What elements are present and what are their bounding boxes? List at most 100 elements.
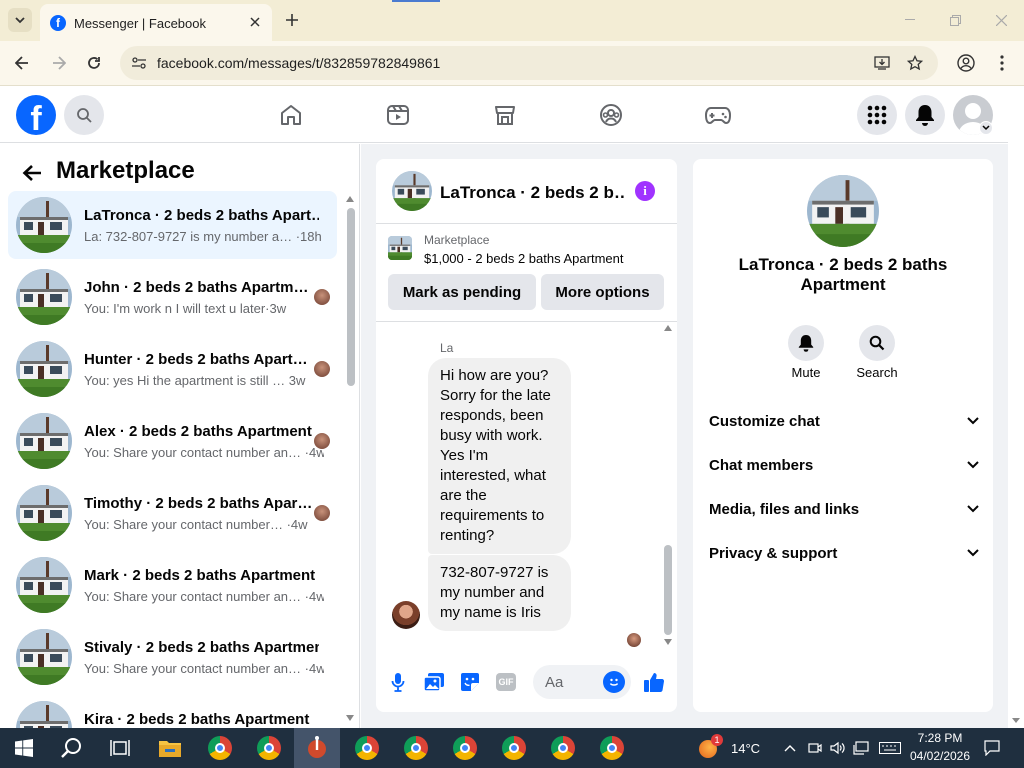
new-tab-plus-icon[interactable] xyxy=(282,10,302,30)
facebook-logo-icon[interactable]: f xyxy=(16,95,56,138)
groups-icon[interactable] xyxy=(596,101,626,129)
install-app-icon[interactable] xyxy=(872,53,892,73)
conversation-preview: You: Share your contact number an… ·4w xyxy=(84,661,324,676)
thumbs-up-icon[interactable] xyxy=(642,670,666,694)
conversation-item[interactable]: Kira · 2 beds 2 baths Apartment xyxy=(8,695,337,728)
tray-overflow-chevron-icon[interactable] xyxy=(782,740,798,756)
customize-chat-row[interactable]: Customize chat xyxy=(709,409,979,433)
message-input[interactable]: Aa xyxy=(533,665,631,699)
clock-date[interactable]: 04/02/2026 xyxy=(904,749,976,763)
windows-start-icon[interactable] xyxy=(8,732,40,764)
conversation-item[interactable]: LaTronca · 2 beds 2 baths Apart… La: 732-… xyxy=(8,191,337,259)
message-bubble[interactable]: 732-807-9727 is my number and my name is… xyxy=(428,555,571,631)
scrollbar-thumb[interactable] xyxy=(664,545,672,635)
conversation-item[interactable]: John · 2 beds 2 baths Apartm… You: I'm wo… xyxy=(8,263,337,331)
site-settings-icon[interactable] xyxy=(130,54,148,72)
chat-members-row[interactable]: Chat members xyxy=(709,453,979,477)
search-label[interactable]: Search xyxy=(847,365,907,380)
more-options-button[interactable]: More options xyxy=(541,274,664,310)
notifications-center-icon[interactable] xyxy=(982,738,1002,758)
chevron-down-icon xyxy=(967,417,979,425)
sticker-icon[interactable] xyxy=(459,671,481,693)
weather-widget[interactable]: 1 14°C xyxy=(695,732,765,764)
listing-price[interactable]: $1,000 - 2 beds 2 baths Apartment xyxy=(424,251,623,266)
restore-icon[interactable] xyxy=(945,10,965,30)
volume-icon[interactable] xyxy=(829,739,847,757)
mute-bell-icon[interactable] xyxy=(788,325,824,361)
window-close-icon[interactable] xyxy=(991,10,1011,30)
chrome-taskbar-icon[interactable] xyxy=(547,732,579,764)
message-bubble[interactable]: Hi how are you? Sorry for the late respo… xyxy=(428,358,571,554)
minimize-icon[interactable] xyxy=(900,10,920,30)
chrome-taskbar-icon[interactable] xyxy=(596,732,628,764)
chevron-down-icon xyxy=(967,505,979,513)
menu-grid-icon[interactable] xyxy=(857,95,897,135)
keyboard-icon[interactable] xyxy=(878,739,902,757)
taskbar-search-icon[interactable] xyxy=(56,732,88,764)
mark-as-pending-button[interactable]: Mark as pending xyxy=(388,274,536,310)
bookmark-star-icon[interactable] xyxy=(905,53,925,73)
chrome-taskbar-icon[interactable] xyxy=(351,732,383,764)
conversation-item[interactable]: Mark · 2 beds 2 baths Apartment You: Shar… xyxy=(8,551,337,619)
media-files-links-row[interactable]: Media, files and links xyxy=(709,497,979,521)
emoji-icon[interactable] xyxy=(603,671,625,693)
photo-icon[interactable] xyxy=(423,671,445,693)
task-view-icon[interactable] xyxy=(104,732,136,764)
listing-thumb[interactable] xyxy=(388,236,412,260)
privacy-support-row[interactable]: Privacy & support xyxy=(709,541,979,565)
microphone-icon[interactable] xyxy=(388,671,408,693)
conversation-item[interactable]: Hunter · 2 beds 2 baths Apart… You: yes H… xyxy=(8,335,337,403)
info-avatar[interactable] xyxy=(807,175,879,247)
browser-address-bar: facebook.com/messages/t/832859782849861 xyxy=(0,41,1024,86)
browser-tab-messenger[interactable]: f Messenger | Facebook xyxy=(40,4,272,41)
conversation-list-scrollbar[interactable] xyxy=(343,194,357,728)
marketplace-icon[interactable] xyxy=(490,101,520,129)
chat-header-avatar[interactable] xyxy=(392,171,432,211)
mute-label[interactable]: Mute xyxy=(776,365,836,380)
meet-now-icon[interactable] xyxy=(806,739,824,757)
listing-photo xyxy=(16,701,72,728)
chrome-taskbar-icon[interactable] xyxy=(253,732,285,764)
chrome-taskbar-icon[interactable] xyxy=(400,732,432,764)
conversation-item[interactable]: Timothy · 2 beds 2 baths Apar… You: Share… xyxy=(8,479,337,547)
reload-icon[interactable] xyxy=(84,53,104,73)
search-conversation-icon[interactable] xyxy=(859,325,895,361)
omnibox[interactable]: facebook.com/messages/t/832859782849861 xyxy=(120,46,938,80)
profile-icon[interactable] xyxy=(955,52,977,74)
panel-title: Marketplace xyxy=(56,157,195,184)
chat-title[interactable]: LaTronca · 2 beds 2 b… xyxy=(440,183,625,203)
conversation-item[interactable]: Alex · 2 beds 2 baths Apartment You: Shar… xyxy=(8,407,337,475)
listing-divider xyxy=(376,321,677,322)
clock-time[interactable]: 7:28 PM xyxy=(910,731,970,745)
back-arrow-icon[interactable] xyxy=(12,53,32,73)
video-icon[interactable] xyxy=(383,101,413,129)
listing-photo xyxy=(16,197,72,253)
tab-close-icon[interactable] xyxy=(246,13,264,31)
page-scrollbar[interactable] xyxy=(1008,87,1024,728)
conversation-item[interactable]: Stivaly · 2 beds 2 baths Apartment You: S… xyxy=(8,623,337,691)
scrollbar-thumb[interactable] xyxy=(347,208,355,386)
back-arrow-icon[interactable] xyxy=(18,159,46,187)
sender-avatar[interactable] xyxy=(392,601,420,629)
tab-search-chevron-icon[interactable] xyxy=(8,8,32,32)
chrome-taskbar-icon[interactable] xyxy=(498,732,530,764)
conversation-thumbnail xyxy=(16,485,72,541)
message-scrollbar[interactable] xyxy=(661,323,675,649)
gaming-icon[interactable] xyxy=(703,101,733,129)
gif-icon[interactable]: GIF xyxy=(495,672,517,692)
conversation-preview: You: Share your contact number… ·4w xyxy=(84,517,308,532)
notifications-bell-icon[interactable] xyxy=(905,95,945,135)
chrome-taskbar-icon[interactable] xyxy=(204,732,236,764)
network-icon[interactable] xyxy=(852,739,870,757)
listing-photo xyxy=(16,413,72,469)
file-explorer-icon[interactable] xyxy=(154,732,186,764)
forward-arrow-icon[interactable] xyxy=(49,53,69,73)
info-icon[interactable]: i xyxy=(635,181,655,201)
account-chevron-icon[interactable] xyxy=(979,121,993,135)
browser-menu-icon[interactable] xyxy=(992,52,1012,74)
conversation-name: John · 2 beds 2 baths Apartm… xyxy=(84,279,309,296)
chrome-taskbar-icon[interactable] xyxy=(449,732,481,764)
active-app-taskbar-icon[interactable] xyxy=(294,728,340,768)
home-icon[interactable] xyxy=(276,101,306,129)
search-icon[interactable] xyxy=(64,95,104,135)
